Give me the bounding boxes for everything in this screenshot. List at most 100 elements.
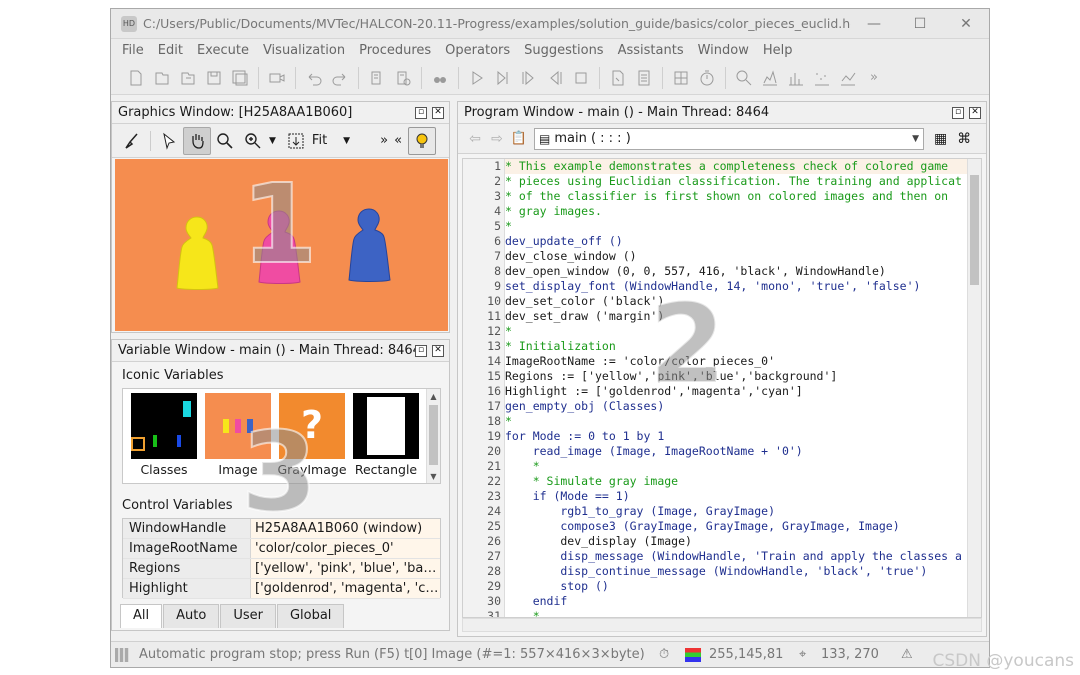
insert-breakpoint-icon[interactable] bbox=[364, 65, 390, 91]
menu-suggestions[interactable]: Suggestions bbox=[517, 43, 610, 58]
magnifier-icon[interactable] bbox=[211, 127, 239, 155]
clear-breakpoint-icon[interactable] bbox=[390, 65, 416, 91]
code-line[interactable]: * Simulate gray image bbox=[505, 474, 967, 489]
menu-assistants[interactable]: Assistants bbox=[611, 43, 691, 58]
redo-icon[interactable] bbox=[327, 65, 353, 91]
code-line[interactable]: disp_continue_message (WindowHandle, 'bl… bbox=[505, 564, 967, 579]
zoom-icon[interactable] bbox=[731, 65, 757, 91]
code-line[interactable]: rgb1_to_gray (Image, GrayImage) bbox=[505, 504, 967, 519]
menu-window[interactable]: Window bbox=[691, 43, 756, 58]
tab-global[interactable]: Global bbox=[276, 604, 345, 628]
iconic-variable-rectangle[interactable]: Rectangle bbox=[351, 393, 421, 481]
zoom-dropdown-icon[interactable]: ▼ bbox=[269, 136, 276, 146]
expand-toolbar-icon[interactable]: » bbox=[380, 133, 388, 148]
reset-program-icon[interactable] bbox=[605, 65, 631, 91]
delete-procedure-icon[interactable]: ⌘ bbox=[957, 131, 971, 147]
menu-operators[interactable]: Operators bbox=[438, 43, 517, 58]
code-line[interactable]: * Initialization bbox=[505, 339, 967, 354]
step-out-icon[interactable] bbox=[542, 65, 568, 91]
code-line[interactable]: * bbox=[505, 219, 967, 234]
control-variable-row[interactable]: WindowHandle H25A8AA1B060 (window) bbox=[123, 519, 440, 539]
code-editor[interactable]: 1 2 3 4 5 6 7 8 9 10 11 12 13 14 15 16 17 18 19 20 21 22 23 24 2… bbox=[462, 158, 982, 618]
menu-file[interactable]: File bbox=[115, 43, 151, 58]
code-line[interactable]: disp_message (WindowHandle, 'Train and a… bbox=[505, 549, 967, 564]
code-line[interactable]: stop () bbox=[505, 579, 967, 594]
code-line[interactable]: dev_set_draw ('margin') bbox=[505, 309, 967, 324]
code-line[interactable]: * bbox=[505, 414, 967, 429]
code-line[interactable]: dev_open_window (0, 0, 557, 416, 'black'… bbox=[505, 264, 967, 279]
menu-execute[interactable]: Execute bbox=[190, 43, 256, 58]
code-line[interactable]: dev_close_window () bbox=[505, 249, 967, 264]
iconic-variable-image[interactable]: Image bbox=[203, 393, 273, 481]
code-line[interactable]: dev_display (Image) bbox=[505, 534, 967, 549]
procedure-clipboard-icon[interactable]: 📋 bbox=[508, 131, 530, 146]
close-panel-icon[interactable]: ✕ bbox=[432, 106, 444, 119]
code-line[interactable]: dev_update_off () bbox=[505, 234, 967, 249]
close-panel-icon[interactable]: ✕ bbox=[432, 344, 444, 357]
iconic-scrollbar[interactable]: ▲ ▼ bbox=[426, 389, 440, 483]
procedure-dropdown-icon[interactable]: ▼ bbox=[912, 134, 919, 144]
image-acquisition-icon[interactable] bbox=[668, 65, 694, 91]
code-line[interactable]: set_display_font (WindowHandle, 14, 'mon… bbox=[505, 279, 967, 294]
code-line[interactable]: compose3 (GrayImage, GrayImage, GrayImag… bbox=[505, 519, 967, 534]
feature-inspection-icon[interactable] bbox=[809, 65, 835, 91]
scroll-thumb[interactable] bbox=[970, 175, 979, 285]
fit-dropdown-icon[interactable]: ▼ bbox=[343, 136, 350, 146]
clear-window-icon[interactable] bbox=[118, 127, 146, 155]
menu-procedures[interactable]: Procedures bbox=[352, 43, 438, 58]
code-line[interactable]: Regions := ['yellow','pink','blue','back… bbox=[505, 369, 967, 384]
step-into-icon[interactable] bbox=[516, 65, 542, 91]
code-line[interactable]: if (Mode == 1) bbox=[505, 489, 967, 504]
zoom-in-icon[interactable] bbox=[239, 127, 267, 155]
code-line[interactable]: ImageRootName := 'color/color_pieces_0' bbox=[505, 354, 967, 369]
find-icon[interactable] bbox=[427, 65, 453, 91]
fit-image-icon[interactable] bbox=[282, 127, 310, 155]
code-line[interactable]: for Mode := 0 to 1 by 1 bbox=[505, 429, 967, 444]
procedure-selector[interactable]: ▤ main ( : : : ) ▼ bbox=[534, 127, 924, 150]
code-line[interactable]: * pieces using Euclidian classification.… bbox=[505, 174, 967, 189]
menu-help[interactable]: Help bbox=[756, 43, 800, 58]
control-variable-row[interactable]: ImageRootName 'color/color_pieces_0' bbox=[123, 539, 440, 559]
save-all-icon[interactable] bbox=[227, 65, 253, 91]
collapse-toolbar-icon[interactable]: « bbox=[394, 133, 402, 148]
code-line[interactable]: dev_set_color ('black') bbox=[505, 294, 967, 309]
graphics-canvas[interactable] bbox=[115, 159, 448, 331]
code-line[interactable]: * bbox=[505, 459, 967, 474]
program-listing-icon[interactable] bbox=[631, 65, 657, 91]
gray-histogram-icon[interactable] bbox=[757, 65, 783, 91]
open-example-icon[interactable] bbox=[175, 65, 201, 91]
pointer-icon[interactable] bbox=[155, 127, 183, 155]
code-line[interactable]: * bbox=[505, 609, 967, 617]
float-panel-icon[interactable]: ▫ bbox=[952, 106, 964, 119]
scroll-down-icon[interactable]: ▼ bbox=[427, 469, 440, 483]
open-file-icon[interactable] bbox=[149, 65, 175, 91]
tab-auto[interactable]: Auto bbox=[163, 604, 220, 628]
run-icon[interactable] bbox=[464, 65, 490, 91]
code-line[interactable]: gen_empty_obj (Classes) bbox=[505, 399, 967, 414]
forward-arrow-icon[interactable]: ⇨ bbox=[486, 131, 508, 147]
code-line[interactable]: * gray images. bbox=[505, 204, 967, 219]
code-vertical-scrollbar[interactable] bbox=[967, 159, 981, 617]
save-icon[interactable] bbox=[201, 65, 227, 91]
timer-icon[interactable] bbox=[694, 65, 720, 91]
fit-label[interactable]: Fit bbox=[312, 133, 327, 148]
code-line[interactable]: read_image (Image, ImageRootName + '0') bbox=[505, 444, 967, 459]
code-line[interactable]: endif bbox=[505, 594, 967, 609]
lightbulb-icon[interactable] bbox=[408, 126, 437, 155]
iconic-variable-grayimage[interactable]: ? GrayImage bbox=[277, 393, 347, 481]
undo-icon[interactable] bbox=[301, 65, 327, 91]
tab-user[interactable]: User bbox=[220, 604, 276, 628]
back-arrow-icon[interactable]: ⇦ bbox=[464, 131, 486, 147]
pan-hand-icon[interactable] bbox=[183, 126, 211, 155]
minimize-button[interactable]: — bbox=[851, 9, 897, 39]
scroll-up-icon[interactable]: ▲ bbox=[427, 389, 440, 403]
maximize-button[interactable]: ☐ bbox=[897, 9, 943, 39]
feature-histogram-icon[interactable] bbox=[783, 65, 809, 91]
scroll-thumb[interactable] bbox=[429, 405, 438, 465]
control-variable-row[interactable]: Regions ['yellow', 'pink', 'blue', 'bac.… bbox=[123, 559, 440, 579]
iconic-variable-classes[interactable]: Classes bbox=[129, 393, 199, 481]
code-line[interactable]: * bbox=[505, 324, 967, 339]
line-profile-icon[interactable] bbox=[835, 65, 861, 91]
stop-icon[interactable] bbox=[568, 65, 594, 91]
close-panel-icon[interactable]: ✕ bbox=[969, 106, 981, 119]
